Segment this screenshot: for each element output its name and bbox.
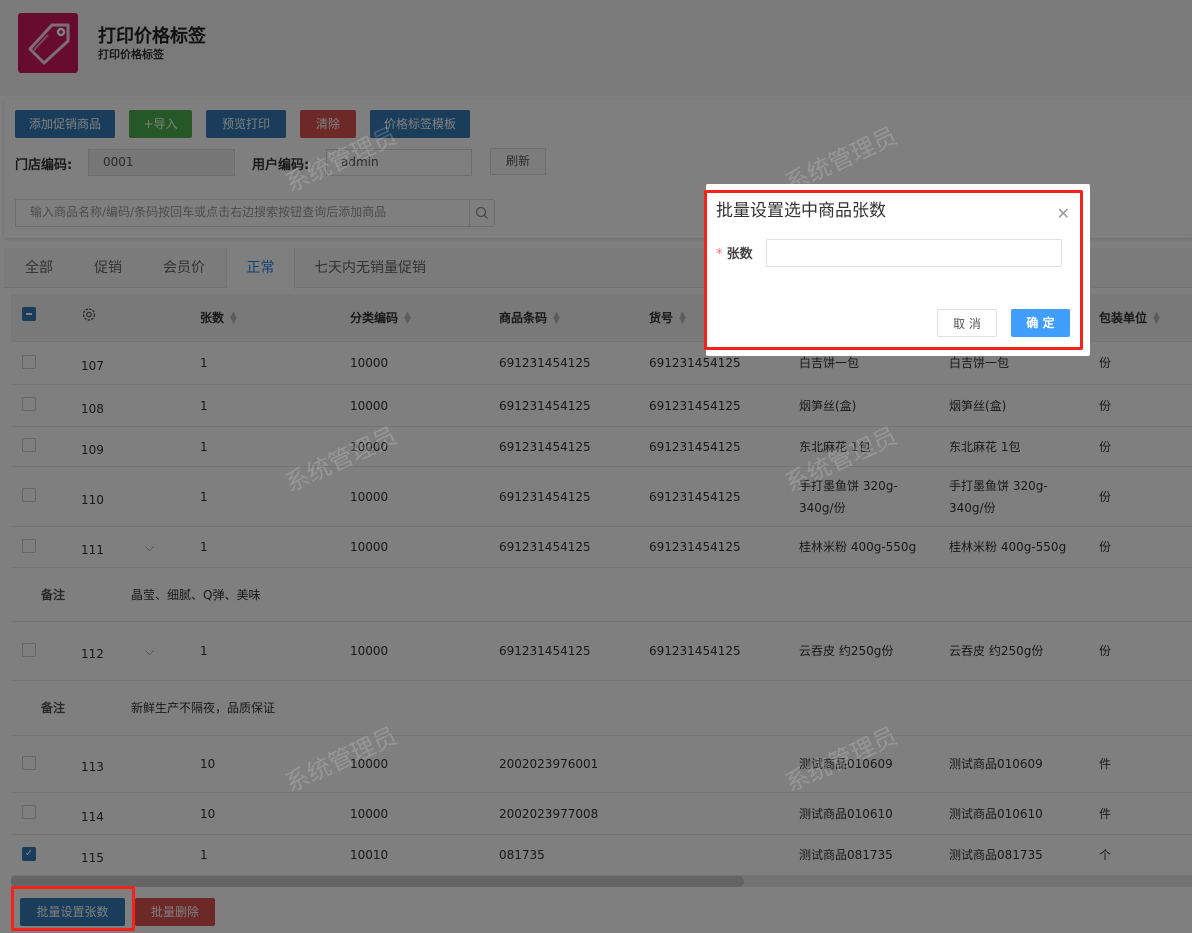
watermark: 系统管理员 — [280, 721, 402, 798]
batch-set-qty-dialog: 批量设置选中商品张数 ✕ * 张数 取 消 确 定 — [704, 184, 1090, 356]
highlight-box — [704, 190, 1083, 350]
watermark: 系统管理员 — [780, 721, 902, 798]
watermark: 系统管理员 — [280, 421, 402, 498]
watermark: 系统管理员 — [280, 121, 402, 198]
modal-overlay[interactable]: 系统管理员 系统管理员 系统管理员 系统管理员 系统管理员 系统管理员 — [0, 0, 1192, 933]
highlight-box — [11, 886, 135, 931]
watermark: 系统管理员 — [780, 421, 902, 498]
